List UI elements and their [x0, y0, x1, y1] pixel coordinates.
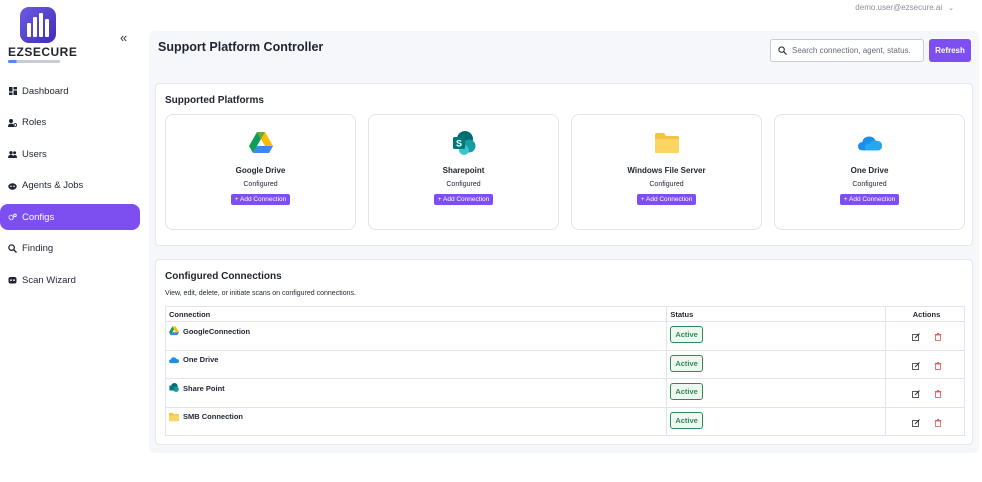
search-icon [8, 244, 17, 253]
status-badge: Active [670, 411, 703, 429]
connection-name: SMB Connection [169, 412, 243, 422]
connection-label: GoogleConnection [183, 326, 251, 336]
sidebar-item-finding[interactable]: Finding [0, 236, 140, 262]
sharepoint-icon [169, 383, 179, 392]
sidebar-item-label: Scan Wizard [22, 274, 76, 286]
connection-name: Share Point [169, 383, 225, 393]
logo-icon [20, 7, 56, 43]
table-row: One Drive Active [165, 350, 965, 379]
connection-name: GoogleConnection [169, 326, 250, 336]
platform-card-sharepoint: S Sharepoint Configured + Add Connection [368, 114, 559, 230]
platform-name: One Drive [850, 166, 889, 175]
google-drive-icon [169, 326, 179, 336]
sidebar-item-agents-jobs[interactable]: Agents & Jobs [0, 173, 140, 199]
sidebar-item-label: Agents & Jobs [22, 180, 84, 191]
platform-card-google-drive: Google Drive Configured + Add Connection [165, 114, 356, 230]
agent-icon [8, 181, 17, 190]
section-title: Configured Connections [165, 271, 282, 282]
platform-name: Windows File Server [627, 166, 706, 175]
sharepoint-icon: S [452, 131, 475, 155]
column-header-connection: Connection [165, 306, 668, 322]
column-header-status: Status [666, 306, 887, 322]
delete-icon[interactable] [934, 361, 942, 370]
table-row: Share Point Active [165, 378, 965, 408]
add-connection-button[interactable]: + Add Connection [230, 194, 291, 205]
sidebar-item-label: Finding [22, 243, 54, 254]
folder-icon [169, 412, 179, 421]
user-cog-icon [8, 118, 17, 127]
table-row: GoogleConnection Active [165, 321, 965, 351]
users-icon [8, 150, 17, 159]
platform-name: Sharepoint [442, 166, 485, 175]
sidebar-item-label: Configs [22, 211, 55, 223]
svg-text:S: S [455, 139, 461, 149]
brand-tagline-bar [8, 60, 60, 63]
user-email: demo.user@ezsecure.ai [855, 3, 943, 12]
delete-icon[interactable] [934, 418, 942, 427]
section-description: View, edit, delete, or initiate scans on… [165, 290, 356, 297]
main-panel: Support Platform Controller Refresh Supp… [149, 31, 979, 453]
logo: EZSECURE [8, 7, 78, 63]
page-title: Support Platform Controller [158, 40, 324, 54]
platform-card-one-drive: One Drive Configured + Add Connection [774, 114, 965, 230]
add-connection-button[interactable]: + Add Connection [433, 194, 494, 205]
dashboard-icon [8, 87, 17, 96]
platform-card-windows-file-server: Windows File Server Configured + Add Con… [571, 114, 762, 230]
edit-icon[interactable] [911, 390, 920, 398]
supported-platforms-card: Supported Platforms Google Drive Configu… [155, 83, 973, 246]
connection-label: Share Point [183, 383, 225, 393]
edit-icon[interactable] [911, 333, 920, 341]
edit-icon[interactable] [911, 418, 920, 427]
table-row: SMB Connection Active [165, 407, 965, 436]
wizard-icon [8, 276, 17, 285]
delete-icon[interactable] [934, 333, 942, 341]
sidebar-item-dashboard[interactable]: Dashboard [0, 78, 140, 104]
section-title: Supported Platforms [165, 95, 264, 106]
collapse-sidebar-icon[interactable]: « [120, 30, 127, 45]
sidebar-item-label: Roles [22, 117, 47, 128]
brand-name: EZSECURE [8, 45, 78, 59]
table-header-row: Connection Status Actions [165, 306, 965, 322]
platform-status: Configured [446, 181, 481, 188]
edit-icon[interactable] [911, 361, 920, 370]
add-connection-button[interactable]: + Add Connection [636, 194, 697, 205]
sidebar: EZSECURE « Dashboard Roles Users Agents … [0, 0, 150, 482]
connection-label: SMB Connection [183, 412, 243, 421]
sidebar-item-users[interactable]: Users [0, 141, 140, 167]
chevron-down-icon: ⌄ [948, 4, 954, 12]
sidebar-item-configs[interactable]: Configs [0, 204, 140, 230]
sidebar-item-label: Users [22, 148, 47, 160]
sidebar-item-label: Dashboard [22, 85, 69, 97]
sidebar-nav: Dashboard Roles Users Agents & Jobs Conf… [0, 78, 140, 299]
platform-status: Configured [649, 181, 684, 188]
user-menu[interactable]: demo.user@ezsecure.ai ⌄ [855, 3, 954, 12]
platform-status: Configured [852, 181, 887, 188]
status-badge: Active [670, 383, 703, 400]
connections-table: Connection Status Actions GoogleConnecti… [165, 306, 965, 436]
search-box[interactable] [770, 39, 924, 62]
add-connection-button[interactable]: + Add Connection [839, 194, 900, 205]
sidebar-item-scan-wizard[interactable]: Scan Wizard [0, 267, 140, 293]
search-input[interactable] [792, 46, 917, 55]
gear-icon [8, 213, 17, 222]
google-drive-icon [248, 132, 273, 153]
platform-status: Configured [243, 181, 278, 188]
connection-label: One Drive [183, 355, 219, 364]
refresh-button[interactable]: Refresh [929, 39, 971, 62]
column-header-actions: Actions [885, 306, 965, 322]
platform-name: Google Drive [235, 166, 286, 175]
status-badge: Active [670, 326, 703, 343]
delete-icon[interactable] [934, 390, 942, 398]
connection-name: One Drive [169, 355, 218, 365]
search-icon [778, 46, 787, 55]
configured-connections-card: Configured Connections View, edit, delet… [155, 259, 973, 445]
onedrive-icon [169, 356, 179, 363]
onedrive-icon [857, 136, 882, 151]
sidebar-item-roles[interactable]: Roles [0, 110, 140, 136]
status-badge: Active [670, 354, 703, 372]
folder-icon [654, 133, 679, 153]
